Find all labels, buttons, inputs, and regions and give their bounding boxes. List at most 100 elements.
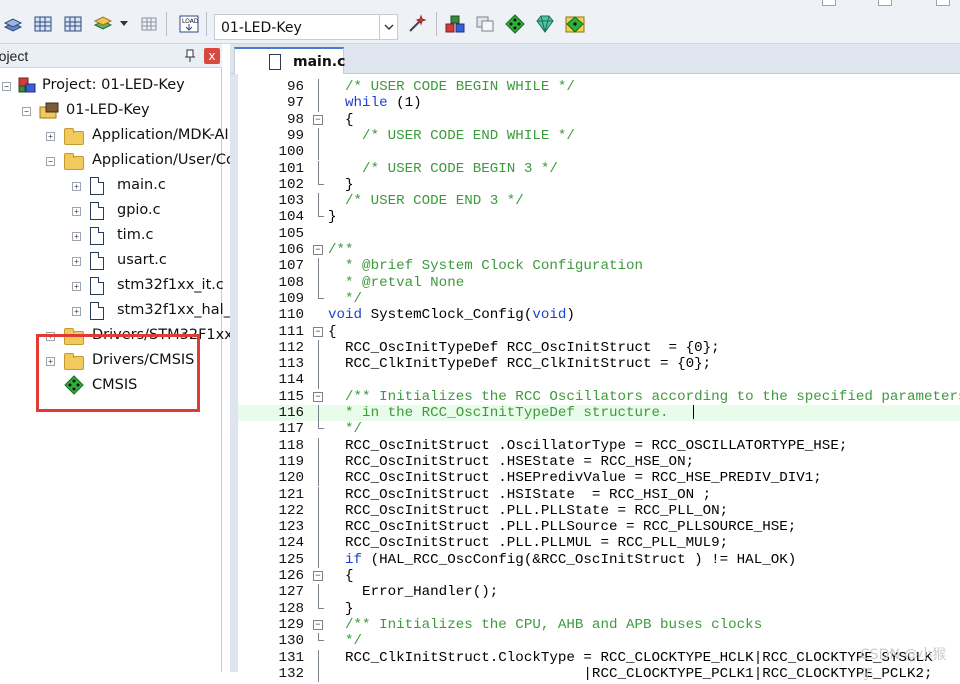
code-line[interactable]: 96 /* USER CODE BEGIN WHILE */ xyxy=(238,79,960,96)
expand-icon[interactable]: + xyxy=(72,282,81,291)
expand-icon[interactable]: + xyxy=(72,307,81,316)
code-line[interactable]: 120 RCC_OscInitStruct .HSEPredivValue = … xyxy=(238,470,960,487)
tree-item[interactable]: − 01-LED-Key xyxy=(0,99,222,123)
code-line[interactable]: 129− /** Initializes the CPU, AHB and AP… xyxy=(238,617,960,633)
pin-icon[interactable] xyxy=(184,49,196,63)
tree-item[interactable]: + stm32f1xx_it.c xyxy=(0,274,224,298)
code-line[interactable]: 118 RCC_OscInitStruct .OscillatorType = … xyxy=(238,437,960,454)
tree-item[interactable]: + usart.c xyxy=(0,249,222,273)
code-line[interactable]: 131 RCC_ClkInitStruct.ClockType = RCC_CL… xyxy=(238,649,960,666)
code-line[interactable]: 109 */ xyxy=(238,290,960,307)
magic-wand-icon[interactable] xyxy=(406,13,428,35)
tree-item[interactable]: − Project: 01-LED-Key xyxy=(0,74,222,98)
collapse-icon[interactable]: − xyxy=(46,157,55,166)
expand-icon[interactable]: + xyxy=(72,257,81,266)
code-line[interactable]: 115− /** Initializes the RCC Oscillators… xyxy=(238,389,960,405)
tab-main-c[interactable]: main.c xyxy=(234,47,345,74)
tree-item[interactable]: + stm32f1xx_hal_m xyxy=(0,299,245,323)
collapse-icon[interactable]: − xyxy=(313,571,323,581)
code-line[interactable]: 110 void SystemClock_Config(void) xyxy=(238,307,960,323)
fold-marker[interactable]: − xyxy=(312,617,324,633)
code-line[interactable]: 108 * @retval None xyxy=(238,274,960,291)
code-line[interactable]: 123 RCC_OscInitStruct .PLL.PLLSource = R… xyxy=(238,519,960,536)
code-line[interactable]: 128 } xyxy=(238,600,960,617)
code-line[interactable]: 97 while (1) xyxy=(238,95,960,112)
collapse-icon[interactable]: − xyxy=(313,391,323,402)
tree-item-label: tim.c xyxy=(117,227,154,243)
code-line[interactable]: 116 * in the RCC_OscInitTypeDef structur… xyxy=(238,405,960,422)
gem-icon[interactable] xyxy=(534,13,556,35)
code-line[interactable]: 119 RCC_OscInitStruct .HSEState = RCC_HS… xyxy=(238,453,960,471)
code-line[interactable]: 114 xyxy=(238,372,960,389)
layers-dropdown-arrow[interactable] xyxy=(120,21,128,26)
file-icon xyxy=(269,54,281,70)
expand-icon[interactable]: + xyxy=(72,232,81,241)
copy-icon[interactable] xyxy=(474,13,496,35)
code-line[interactable]: 102 } xyxy=(238,176,960,193)
code-line[interactable]: 112 RCC_OscInitTypeDef RCC_OscInitStruct… xyxy=(238,339,960,357)
grid-icon[interactable] xyxy=(32,13,54,35)
code-line[interactable]: 106−/** xyxy=(238,242,960,258)
stack-icon[interactable] xyxy=(2,13,24,35)
code-line[interactable]: 113 RCC_ClkInitTypeDef RCC_ClkInitStruct… xyxy=(238,356,960,373)
fold-guide xyxy=(318,160,319,177)
window-control[interactable] xyxy=(822,0,836,6)
collapse-icon[interactable]: − xyxy=(313,114,323,125)
code-line[interactable]: 132 |RCC_CLOCKTYPE_PCLK1|RCC_CLOCKTYPE_P… xyxy=(238,665,960,683)
target-select[interactable]: 01-LED-Key xyxy=(214,14,398,40)
code-line[interactable]: 111−{ xyxy=(238,324,960,340)
tree-item[interactable]: + tim.c xyxy=(0,224,222,248)
collapse-icon[interactable]: − xyxy=(2,82,11,91)
code-line[interactable]: 99 /* USER CODE END WHILE */ xyxy=(238,127,960,145)
tree-item[interactable]: + main.c xyxy=(0,174,222,198)
code-editor[interactable]: 96 /* USER CODE BEGIN WHILE */97 while (… xyxy=(230,74,960,683)
fold-guide xyxy=(318,339,319,357)
code-line[interactable]: 121 RCC_OscInitStruct .HSIState = RCC_HS… xyxy=(238,486,960,503)
settings-grid-icon[interactable] xyxy=(138,13,160,35)
collapse-icon[interactable]: − xyxy=(313,245,323,255)
tree-item[interactable]: − Application/User/Co xyxy=(0,149,235,173)
fold-marker[interactable]: − xyxy=(312,389,324,405)
fold-marker[interactable]: − xyxy=(312,568,324,584)
code-line[interactable]: 103 /* USER CODE END 3 */ xyxy=(238,193,960,210)
pack-installer-icon[interactable] xyxy=(564,13,586,35)
code-line[interactable]: 126− { xyxy=(238,568,960,584)
close-icon[interactable]: x xyxy=(204,48,220,64)
code-line[interactable]: 117 */ xyxy=(238,421,960,437)
code-line[interactable]: 107 * @brief System Clock Configuration xyxy=(238,258,960,275)
code-text: RCC_ClkInitStruct.ClockType = RCC_CLOCKT… xyxy=(328,649,933,666)
collapse-icon[interactable]: − xyxy=(22,107,31,116)
grid-icon-2[interactable] xyxy=(62,13,84,35)
code-line[interactable]: 104} xyxy=(238,209,960,225)
collapse-icon[interactable]: − xyxy=(313,326,323,337)
code-line[interactable]: 101 /* USER CODE BEGIN 3 */ xyxy=(238,160,960,177)
expand-icon[interactable]: + xyxy=(72,182,81,191)
tree-item[interactable]: + gpio.c xyxy=(0,199,222,223)
manage-components-icon[interactable] xyxy=(444,13,466,35)
code-line[interactable]: 125 if (HAL_RCC_OscConfig(&RCC_OscInitSt… xyxy=(238,551,960,568)
code-line[interactable]: 122 RCC_OscInitStruct .PLL.PLLState = RC… xyxy=(238,502,960,520)
chevron-down-icon[interactable] xyxy=(379,15,397,39)
code-line[interactable]: 127 Error_Handler(); xyxy=(238,584,960,601)
window-control[interactable] xyxy=(878,0,892,6)
expand-icon[interactable]: + xyxy=(46,132,55,141)
line-number: 117 xyxy=(278,421,304,438)
fold-marker[interactable]: − xyxy=(312,242,324,258)
code-line[interactable]: 105 xyxy=(238,226,960,242)
debug-diamond-icon[interactable] xyxy=(504,13,526,35)
collapse-icon[interactable]: − xyxy=(313,619,323,630)
window-control[interactable] xyxy=(936,0,950,6)
fold-marker[interactable]: − xyxy=(312,324,324,340)
expand-icon[interactable]: + xyxy=(72,207,81,216)
code-line[interactable]: 130 */ xyxy=(238,633,960,649)
fold-marker[interactable]: − xyxy=(312,112,324,128)
code-line[interactable]: 100 xyxy=(238,144,960,161)
load-icon[interactable]: LOAD xyxy=(178,13,200,35)
code-line[interactable]: 98− { xyxy=(238,112,960,128)
code-line[interactable]: 124 RCC_OscInitStruct .PLL.PLLMUL = RCC_… xyxy=(238,535,960,552)
fold-marker xyxy=(312,258,324,275)
layers-icon[interactable] xyxy=(92,13,114,35)
tree-item-label: gpio.c xyxy=(117,202,161,218)
svg-text:LOAD: LOAD xyxy=(182,18,199,25)
tree-item[interactable]: + Application/MDK-AI xyxy=(0,124,229,148)
